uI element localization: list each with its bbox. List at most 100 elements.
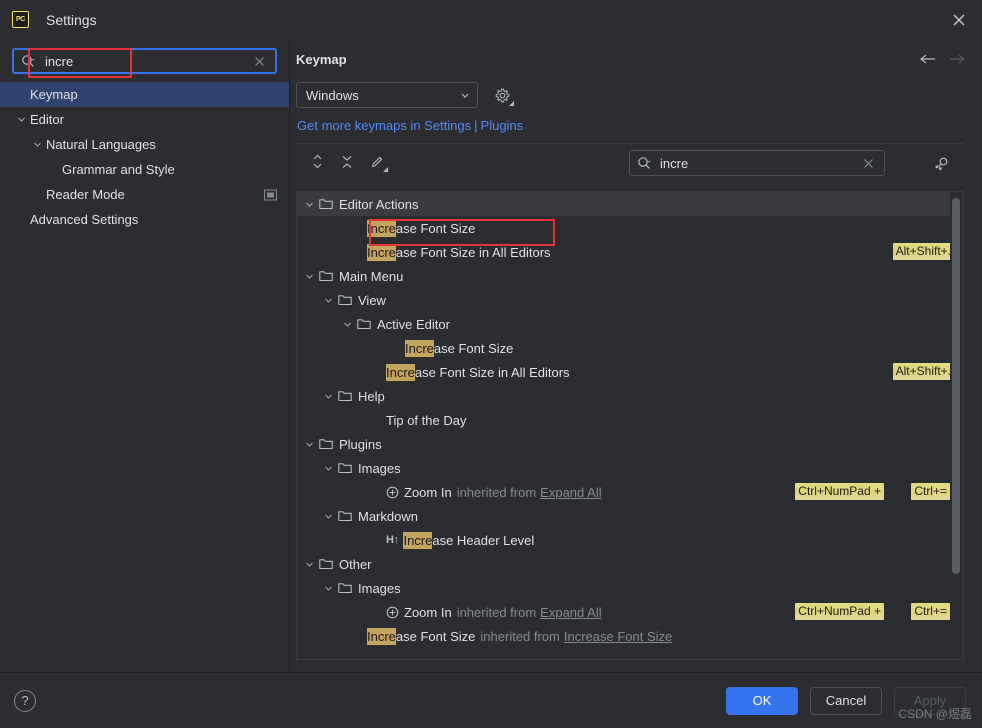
- keymap-search-field[interactable]: [629, 150, 885, 176]
- tree-row-label: Other: [339, 556, 372, 572]
- shortcut-badge-secondary: Ctrl+=: [911, 603, 950, 620]
- chevron-down-icon[interactable]: [322, 582, 335, 595]
- plugins-link[interactable]: Plugins: [481, 118, 524, 133]
- cancel-button[interactable]: Cancel: [810, 686, 882, 715]
- link-separator: |: [474, 118, 478, 133]
- sidebar-item-label: Editor: [30, 112, 64, 127]
- chevron-down-icon[interactable]: [322, 390, 335, 403]
- sidebar-item-label: Keymap: [30, 87, 78, 102]
- tree-scrollbar[interactable]: [951, 194, 961, 657]
- inherited-from-link[interactable]: Increase Font Size: [564, 629, 672, 644]
- tree-row-label: Markdown: [358, 508, 418, 524]
- tree-row-other[interactable]: Other: [297, 552, 950, 576]
- find-by-shortcut-icon[interactable]: [930, 151, 954, 175]
- toolbar-icon-group: [306, 151, 388, 173]
- arrow-left-icon[interactable]: [919, 53, 936, 65]
- chevron-down-icon[interactable]: [303, 270, 316, 283]
- folder-icon: [338, 582, 352, 594]
- keymap-toolbar: [296, 143, 964, 179]
- chevron-down-icon[interactable]: [322, 294, 335, 307]
- folder-icon: [338, 462, 352, 474]
- sidebar-item-reader-mode[interactable]: Reader Mode: [0, 182, 289, 207]
- search-icon: [636, 155, 652, 171]
- gear-icon[interactable]: [492, 85, 514, 106]
- get-more-keymaps-link[interactable]: Get more keymaps in Settings: [297, 118, 471, 133]
- footer-buttons: OK Cancel Apply: [726, 686, 966, 715]
- match-highlight: Incre: [386, 363, 415, 381]
- pencil-edit-icon[interactable]: [366, 151, 388, 173]
- tree-row-increase-font-size-active-editor[interactable]: Incre ase Font Size: [297, 336, 950, 360]
- search-input[interactable]: [45, 53, 249, 69]
- clear-icon[interactable]: [858, 153, 878, 173]
- chevron-down-icon[interactable]: [303, 198, 316, 211]
- preview-panel-icon: [264, 189, 277, 200]
- folder-icon: [319, 270, 333, 282]
- sidebar-item-keymap[interactable]: Keymap: [0, 82, 289, 107]
- help-question-icon[interactable]: ?: [14, 689, 36, 712]
- scrollbar-thumb[interactable]: [952, 198, 960, 574]
- tree-row-view[interactable]: View: [297, 288, 950, 312]
- tree-row-main-menu[interactable]: Main Menu: [297, 264, 950, 288]
- sidebar-item-label: Reader Mode: [46, 187, 125, 202]
- panel-nav: [919, 53, 966, 65]
- pycharm-icon: PC: [12, 11, 29, 28]
- sidebar-item-natural-languages[interactable]: Natural Languages: [0, 132, 289, 157]
- chevron-down-icon[interactable]: [322, 510, 335, 523]
- collapse-all-icon[interactable]: [336, 151, 358, 173]
- tree-row-help[interactable]: Help: [297, 384, 950, 408]
- sidebar-item-advanced-settings[interactable]: Advanced Settings: [0, 207, 289, 232]
- tree-row-plugins[interactable]: Plugins: [297, 432, 950, 456]
- inherited-from-link[interactable]: Expand All: [540, 485, 601, 500]
- sidebar-search-wrapper: [12, 48, 277, 74]
- chevron-down-icon[interactable]: [341, 318, 354, 331]
- tree-row-label: Active Editor: [377, 316, 450, 332]
- tree-row-images-plugins[interactable]: Images: [297, 456, 950, 480]
- tree-row-editor-actions[interactable]: Editor Actions: [297, 192, 950, 216]
- panel-header: Keymap: [290, 39, 982, 79]
- chevron-down-icon[interactable]: [14, 113, 28, 127]
- tree-row-images-other[interactable]: Images: [297, 576, 950, 600]
- chevron-down-icon[interactable]: [303, 438, 316, 451]
- sidebar-tree: Keymap Editor Natural Languages Grammar …: [0, 82, 289, 232]
- tree-row-increase-font-size-other[interactable]: Incre ase Font Size inherited from Increa…: [297, 624, 950, 648]
- tree-row-markdown[interactable]: Markdown: [297, 504, 950, 528]
- chevron-down-icon[interactable]: [303, 558, 316, 571]
- ok-button[interactable]: OK: [726, 686, 798, 715]
- sidebar-search-field[interactable]: [12, 48, 277, 74]
- clear-icon[interactable]: [249, 51, 269, 71]
- keymap-select-row: Windows: [290, 82, 982, 108]
- chevron-down-icon[interactable]: [30, 138, 44, 152]
- keymap-search-input[interactable]: [660, 155, 858, 171]
- zoom-in-plus-icon: [386, 606, 399, 619]
- folder-icon: [338, 510, 352, 522]
- inherited-from-link[interactable]: Expand All: [540, 605, 601, 620]
- app-icon-text: PC: [16, 16, 25, 23]
- expand-collapse-icon[interactable]: [306, 151, 328, 173]
- tree-row-increase-font-size-all-editors-active[interactable]: Incre ase Font Size in All Editors Alt+Sh…: [297, 360, 950, 384]
- sidebar-item-label: Grammar and Style: [62, 162, 175, 177]
- inherited-label: inherited from: [456, 484, 537, 500]
- tree-row-label: ase Font Size: [395, 220, 476, 236]
- tree-row-label: ase Font Size: [433, 340, 514, 356]
- header-increase-icon: H↑: [386, 534, 399, 546]
- keymap-tree-panel: Editor Actions Incre ase Font Size Incre a…: [296, 191, 964, 660]
- keymap-dropdown[interactable]: Windows: [296, 82, 478, 108]
- tree-row-increase-font-size-all-editors[interactable]: Incre ase Font Size in All Editors Alt+Sh…: [297, 240, 950, 264]
- sidebar-item-grammar-and-style[interactable]: Grammar and Style: [0, 157, 289, 182]
- close-icon[interactable]: [936, 0, 982, 39]
- folder-icon: [319, 438, 333, 450]
- settings-body: Keymap Editor Natural Languages Grammar …: [0, 39, 982, 672]
- tree-row-tip-of-the-day[interactable]: Tip of the Day: [297, 408, 950, 432]
- tree-row-zoom-in-other[interactable]: Zoom In inherited from Expand All Ctrl+N…: [297, 600, 950, 624]
- tree-row-active-editor[interactable]: Active Editor: [297, 312, 950, 336]
- tree-row-increase-font-size[interactable]: Incre ase Font Size: [297, 216, 950, 240]
- tree-row-zoom-in-plugins[interactable]: Zoom In inherited from Expand All Ctrl+N…: [297, 480, 950, 504]
- tree-row-increase-header-level[interactable]: H↑ Incre ase Header Level: [297, 528, 950, 552]
- chevron-down-icon[interactable]: [322, 462, 335, 475]
- keymap-dropdown-value: Windows: [306, 87, 359, 103]
- folder-icon: [338, 294, 352, 306]
- sidebar-item-label: Natural Languages: [46, 137, 156, 152]
- tree-row-label: ase Font Size: [395, 628, 476, 644]
- settings-sidebar: Keymap Editor Natural Languages Grammar …: [0, 39, 290, 672]
- sidebar-item-editor[interactable]: Editor: [0, 107, 289, 132]
